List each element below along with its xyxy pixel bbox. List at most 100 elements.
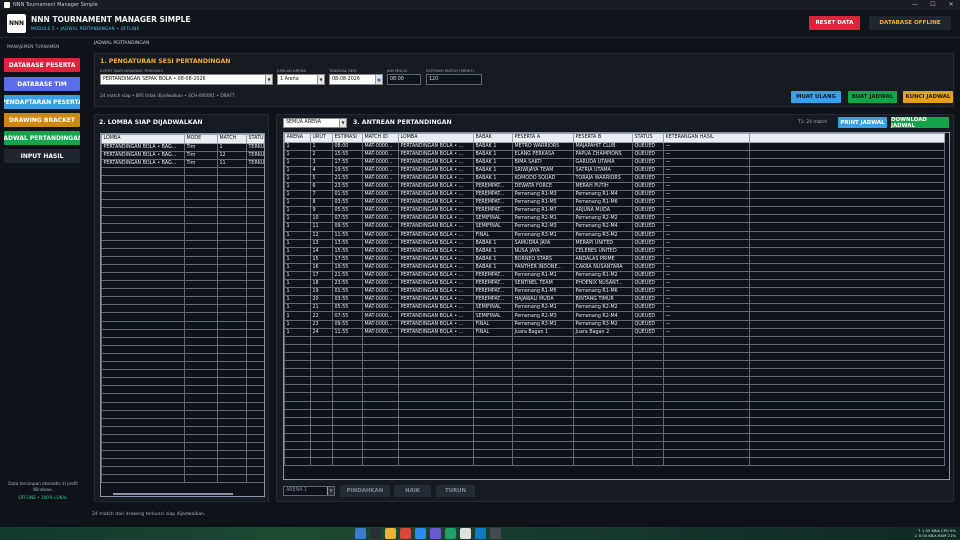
arena-select[interactable]: 1 Arena ▼ <box>277 74 325 85</box>
table-cell <box>362 416 399 426</box>
download-schedule-button[interactable]: DOWNLOAD JADWAL <box>891 117 949 129</box>
store-icon[interactable] <box>430 528 441 539</box>
table-row[interactable]: 1 13 13:55 MAT-0000... PERTANDINGAN BOLA • .… <box>284 238 945 248</box>
empty-row <box>101 458 264 468</box>
print-schedule-button[interactable]: PRINT JADWAL <box>838 117 887 128</box>
maximize-icon[interactable]: ☐ <box>924 0 942 10</box>
column-header[interactable]: URUT <box>310 133 333 143</box>
column-header[interactable]: ESTIMASI <box>332 133 363 143</box>
table-cell <box>284 424 311 434</box>
table-cell: Tim <box>184 158 218 168</box>
table-row[interactable]: 1 22 07:55 MAT-0000... PERTANDINGAN BOLA • .… <box>284 311 945 321</box>
table-row[interactable]: 1 21 05:55 MAT-0000... PERTANDINGAN BOLA • .… <box>284 303 945 313</box>
database-offline-button[interactable]: DATABASE OFFLINE <box>869 16 951 30</box>
table-cell: BIMA SAKTI <box>512 157 574 167</box>
edge-icon[interactable] <box>415 528 426 539</box>
table-row[interactable]: 1 1 08:00 MAT-0000... PERTANDINGAN BOLA • ..… <box>284 141 945 151</box>
table-row[interactable]: 1 23 09:55 MAT-0000... PERTANDINGAN BOLA • .… <box>284 319 945 329</box>
table-row[interactable]: 1 5 21:55 MAT-0000... PERTANDINGAN BOLA • ..… <box>284 173 945 183</box>
code-icon[interactable] <box>475 528 486 539</box>
table-row[interactable]: 1 6 23:55 MAT-0000... PERTANDINGAN BOLA • ..… <box>284 181 945 192</box>
browser-icon[interactable] <box>400 528 411 539</box>
column-header[interactable]: STATUS <box>632 133 664 143</box>
reload-button[interactable]: MUAT ULANG <box>791 91 841 103</box>
table-cell <box>632 440 664 451</box>
table-row[interactable]: 1 8 03:55 MAT-0000... PERTANDINGAN BOLA • ..… <box>284 198 945 208</box>
table-row[interactable]: 1 4 19:55 MAT-0000... PERTANDINGAN BOLA • ..… <box>284 165 945 175</box>
column-header[interactable]: MATCH ID <box>362 133 399 143</box>
start-time-field[interactable]: 08:00 <box>387 74 421 85</box>
table-row[interactable]: 1 15 17:55 MAT-0000... PERTANDINGAN BOLA • .… <box>284 254 945 264</box>
terminal-icon[interactable] <box>490 528 501 539</box>
sidebar-item-database-tim[interactable]: DATABASE TIM <box>4 77 80 91</box>
move-up-button[interactable]: NAIK <box>394 485 431 497</box>
arena-filter-select[interactable]: SEMUA ARENA ▼ <box>283 118 347 128</box>
table-cell <box>749 432 945 442</box>
search-icon[interactable] <box>370 528 381 539</box>
table-cell <box>217 361 247 371</box>
table-row[interactable]: 1 9 05:55 MAT-0000... PERTANDINGAN BOLA • ..… <box>284 206 945 216</box>
target-arena-select[interactable]: ARENA 1 ▼ <box>283 486 335 496</box>
app-icon[interactable] <box>445 528 456 539</box>
table-cell <box>749 384 945 394</box>
table-row[interactable]: 1 11 09:55 MAT-0000... PERTANDINGAN BOLA • .… <box>284 222 945 232</box>
close-icon[interactable]: ✕ <box>942 0 960 10</box>
table-row[interactable]: 1 19 01:55 MAT-0000... PERTANDINGAN BOLA • .… <box>284 287 945 297</box>
column-header[interactable]: LOMBA <box>101 134 185 144</box>
table-row[interactable]: 1 17 21:55 MAT-0000... PERTANDINGAN BOLA • .… <box>284 270 945 281</box>
event-select[interactable]: PERTANDINGAN SEPAK BOLA • 08-08-2026 ▼ <box>100 74 273 85</box>
sidebar-item-database-peserta[interactable]: DATABASE PESERTA <box>4 58 80 72</box>
column-header[interactable]: MATCH <box>217 134 247 144</box>
table-row[interactable]: 1 10 07:55 MAT-0000... PERTANDINGAN BOLA • .… <box>284 214 945 224</box>
table-cell <box>246 312 264 322</box>
table-cell <box>217 288 247 298</box>
table-row[interactable]: 1 3 17:55 MAT-0000... PERTANDINGAN BOLA • ..… <box>284 157 945 167</box>
match-duration-field[interactable]: 120 <box>426 74 482 85</box>
table-row[interactable]: 1 7 01:55 MAT-0000... PERTANDINGAN BOLA • ..… <box>284 190 945 200</box>
table-cell: QUEUED <box>632 238 664 248</box>
column-header[interactable]: STATUS <box>246 134 264 144</box>
table-row[interactable]: 1 14 15:55 MAT-0000... PERTANDINGAN BOLA • .… <box>284 246 945 256</box>
folder-icon[interactable] <box>385 528 396 539</box>
column-header[interactable]: LOMBA <box>398 133 474 143</box>
table-row[interactable]: 1 20 03:55 MAT-0000... PERTANDINGAN BOLA • .… <box>284 295 945 305</box>
column-header[interactable]: MODE <box>184 134 218 144</box>
column-header[interactable]: PESERTA B <box>573 133 633 143</box>
table-row[interactable]: PERTANDINGAN BOLA • BAG...Tim12TERKUNCI <box>101 150 264 160</box>
table-row[interactable]: 1 24 11:55 MAT-0000... PERTANDINGAN BOLA • .… <box>284 327 945 337</box>
reset-data-button[interactable]: RESET DATA <box>809 16 860 30</box>
table-row[interactable]: PERTANDINGAN BOLA • BAG...Tim1TERKUNCI <box>101 142 264 152</box>
create-schedule-button[interactable]: BUAT JADWAL <box>848 91 897 103</box>
column-header[interactable]: PESERTA A <box>512 133 574 143</box>
table-cell <box>246 223 264 233</box>
table-cell <box>101 393 185 403</box>
table-cell: Pemenang R3-M1 <box>512 230 574 240</box>
start-icon[interactable] <box>355 528 366 539</box>
sidebar-item-jadwal-pertandingan[interactable]: JADWAL PERTANDINGAN <box>4 131 80 145</box>
horizontal-scrollbar[interactable] <box>113 493 233 495</box>
table-row[interactable]: 1 16 19:55 MAT-0000... PERTANDINGAN BOLA • .… <box>284 262 945 273</box>
column-header[interactable]: KETERANGAN HASIL <box>663 133 750 143</box>
minimize-icon[interactable]: — <box>906 0 924 10</box>
lock-schedule-button[interactable]: KUNCI JADWAL <box>903 91 953 103</box>
table-cell <box>101 166 185 176</box>
move-button[interactable]: PINDAHKAN <box>340 485 390 497</box>
sidebar-item-pendaftaran-peserta[interactable]: PENDAFTARAN PESERTA <box>4 95 80 109</box>
system-tray[interactable]: ↑ 1.55 KB/s CPU 5% ↓ 0.04 KB/s RAM 21% <box>914 528 956 538</box>
date-picker[interactable]: 08-08-2026 ▦ <box>329 74 383 85</box>
table-row[interactable]: 1 2 15:55 MAT-0000... PERTANDINGAN BOLA • ..… <box>284 149 945 159</box>
sidebar-item-input-hasil[interactable]: INPUT HASIL <box>4 149 80 163</box>
table-row[interactable]: PERTANDINGAN BOLA • BAG...Tim11TERKUNCI <box>101 158 264 168</box>
table-cell: MAT-0000... <box>362 157 399 167</box>
table-cell: Pemenang R2-M2 <box>573 214 633 224</box>
table-row[interactable]: 1 18 23:55 MAT-0000... PERTANDINGAN BOLA • .… <box>284 279 945 289</box>
column-header[interactable]: ARENA <box>284 133 311 143</box>
table-cell <box>217 320 247 330</box>
nnn-app-icon[interactable] <box>460 528 471 539</box>
sidebar-item-drawing-bracket[interactable]: DRAWING BRACKET <box>4 113 80 127</box>
table-row[interactable]: 1 12 11:55 MAT-0000... PERTANDINGAN BOLA • .… <box>284 230 945 240</box>
column-header[interactable]: BABAK <box>473 133 513 143</box>
table-cell: MAT-0000... <box>362 262 399 273</box>
table-cell <box>184 231 218 241</box>
move-down-button[interactable]: TURUN <box>436 485 475 497</box>
